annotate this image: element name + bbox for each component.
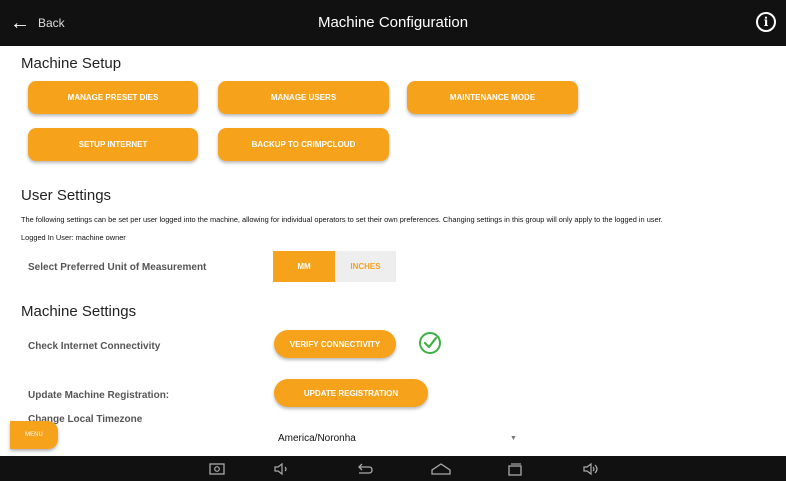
system-nav-bar [0, 456, 786, 481]
top-app-bar: ← Back Machine Configuration i [0, 0, 786, 46]
unit-toggle: MM INCHES [273, 251, 396, 282]
manage-preset-dies-button[interactable]: MANAGE PRESET DIES [28, 81, 198, 114]
backup-to-crimpcloud-button[interactable]: BACKUP TO CRIMPCLOUD [218, 128, 389, 161]
machine-settings-heading: Machine Settings [21, 303, 137, 320]
unit-of-measurement-label: Select Preferred Unit of Measurement [28, 262, 207, 273]
home-nav-icon[interactable] [430, 460, 452, 477]
logged-in-user: Logged In User: machine owner [21, 233, 126, 242]
connected-check-icon [419, 332, 441, 354]
volume-up-icon[interactable] [582, 460, 600, 477]
main-content: Machine Setup MANAGE PRESET DIES MANAGE … [0, 46, 786, 456]
manage-users-button[interactable]: MANAGE USERS [218, 81, 389, 114]
timezone-select[interactable]: America/Noronha [278, 433, 356, 444]
verify-connectivity-button[interactable]: VERIFY CONNECTIVITY [274, 330, 396, 358]
unit-option-inches[interactable]: INCHES [335, 251, 396, 282]
update-registration-button[interactable]: UPDATE REGISTRATION [274, 379, 428, 407]
volume-down-icon[interactable] [273, 460, 291, 477]
machine-setup-heading: Machine Setup [21, 55, 122, 72]
page-title: Machine Configuration [317, 14, 469, 31]
back-nav-icon[interactable] [356, 460, 374, 477]
user-settings-heading: User Settings [21, 187, 112, 204]
setup-internet-button[interactable]: SETUP INTERNET [28, 128, 198, 161]
registration-label: Update Machine Registration: [28, 390, 170, 401]
unit-option-mm[interactable]: MM [273, 251, 335, 282]
screenshot-icon[interactable] [208, 460, 226, 477]
dropdown-caret-icon: ▼ [510, 435, 517, 442]
user-settings-description: The following settings can be set per us… [21, 215, 663, 224]
menu-button[interactable]: MENU [10, 421, 58, 449]
info-icon[interactable]: i [756, 12, 776, 32]
maintenance-mode-button[interactable]: MAINTENANCE MODE [407, 81, 578, 114]
connectivity-label: Check Internet Connectivity [28, 341, 161, 352]
recents-nav-icon[interactable] [506, 460, 524, 477]
